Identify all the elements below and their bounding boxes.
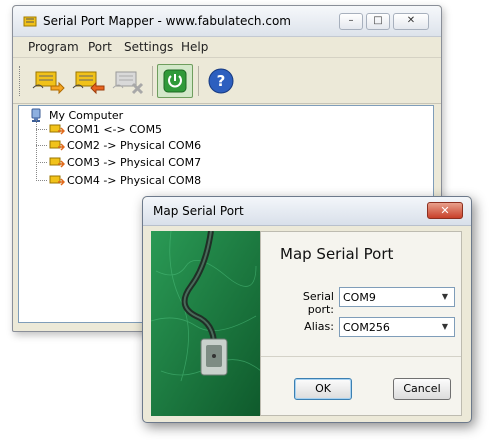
chevron-down-icon[interactable]: ▼ — [438, 320, 452, 334]
port-disabled-icon — [112, 71, 144, 95]
port-pair-icon — [49, 124, 65, 135]
toolbar-separator — [152, 66, 153, 96]
tree-item-com4[interactable]: COM4 -> Physical COM8 — [67, 174, 201, 187]
dialog-heading: Map Serial Port — [280, 245, 394, 263]
port-remove-icon — [72, 71, 105, 95]
close-button[interactable]: ✕ — [393, 13, 429, 30]
dialog-content: Map Serial Port Serial port: COM9 ▼ Alia… — [260, 231, 462, 416]
port-add-icon — [32, 71, 65, 95]
maximize-button[interactable]: □ — [366, 13, 390, 30]
add-mapping-button[interactable] — [31, 64, 67, 98]
serial-port-select[interactable]: COM9 ▼ — [339, 287, 455, 307]
menu-program[interactable]: Program — [28, 40, 79, 54]
cancel-button[interactable]: Cancel — [393, 378, 451, 400]
help-button[interactable]: ? — [203, 64, 239, 98]
map-serial-port-dialog: Map Serial Port ✕ Map Serial Port Serial… — [142, 196, 472, 423]
alias-value: COM256 — [343, 321, 390, 334]
toolbar: ? — [13, 58, 441, 104]
tree-connector — [36, 162, 47, 163]
tree-item-com2[interactable]: COM2 -> Physical COM6 — [67, 139, 201, 152]
alias-label: Alias: — [304, 320, 334, 333]
toolbar-grip[interactable] — [19, 66, 23, 96]
title-bar[interactable]: Serial Port Mapper - www.fabulatech.com … — [13, 6, 441, 37]
tree-connector — [36, 180, 47, 181]
dialog-divider — [261, 356, 461, 357]
alias-select[interactable]: COM256 ▼ — [339, 317, 455, 337]
tree-item-com1[interactable]: COM1 <-> COM5 — [67, 123, 162, 136]
chevron-down-icon[interactable]: ▼ — [438, 290, 452, 304]
serial-cable-illustration — [151, 231, 260, 416]
dialog-title-bar[interactable]: Map Serial Port ✕ — [143, 197, 471, 226]
power-icon — [163, 69, 187, 93]
menu-help[interactable]: Help — [181, 40, 208, 54]
dialog-title: Map Serial Port — [153, 204, 244, 218]
tree-item-com3[interactable]: COM3 -> Physical COM7 — [67, 156, 201, 169]
window-title: Serial Port Mapper - www.fabulatech.com — [43, 14, 291, 28]
menu-port[interactable]: Port — [88, 40, 112, 54]
port-pair-icon — [49, 140, 65, 151]
svg-text:?: ? — [217, 72, 226, 90]
tree-connector — [36, 145, 47, 146]
menu-settings[interactable]: Settings — [124, 40, 173, 54]
power-button[interactable] — [157, 64, 193, 98]
help-icon: ? — [208, 68, 234, 94]
tree-root-my-computer[interactable]: My Computer — [49, 109, 123, 122]
ok-button[interactable]: OK — [294, 378, 352, 400]
port-pair-icon — [49, 175, 65, 186]
app-port-icon — [23, 16, 37, 27]
remove-mapping-button[interactable] — [71, 64, 107, 98]
serial-port-value: COM9 — [343, 291, 376, 304]
tree-connector — [36, 129, 47, 130]
serial-port-label: Serial port: — [302, 290, 334, 316]
port-pair-icon — [49, 157, 65, 168]
dialog-close-button[interactable]: ✕ — [427, 202, 463, 219]
disabled-mapping-button[interactable] — [111, 64, 147, 98]
menu-bar: Program Port Settings Help — [13, 37, 441, 58]
minimize-button[interactable]: – — [339, 13, 363, 30]
toolbar-separator — [198, 66, 199, 96]
